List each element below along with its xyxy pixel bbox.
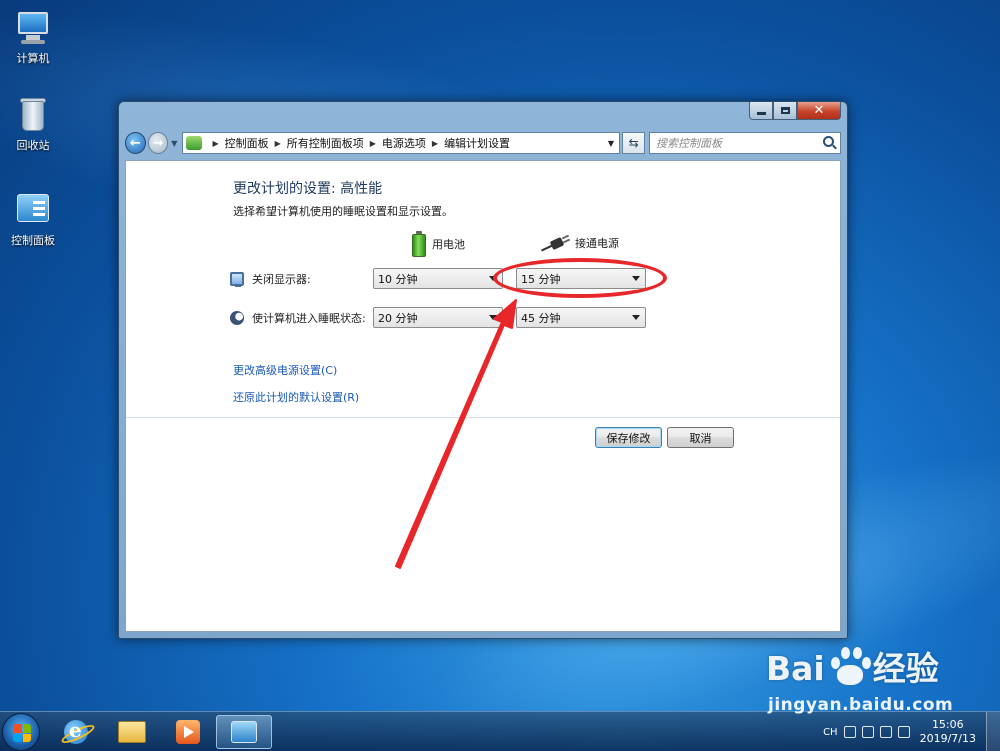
show-desktop-button[interactable]	[986, 712, 1000, 751]
windows-logo-icon	[13, 724, 31, 742]
watermark-brand-left: Bai	[766, 649, 825, 688]
system-tray: CH 15:06 2019/7/13	[823, 712, 1000, 751]
taskbar-explorer[interactable]	[104, 715, 160, 749]
taskbar-media-player[interactable]	[160, 715, 216, 749]
media-player-icon	[176, 720, 200, 744]
keyboard-icon[interactable]	[843, 726, 856, 738]
internet-explorer-icon	[64, 718, 88, 744]
clock-date: 2019/7/13	[919, 732, 976, 745]
clock-time: 15:06	[931, 718, 964, 731]
flag-icon[interactable]	[861, 726, 874, 738]
taskbar: CH 15:06 2019/7/13	[0, 711, 1000, 751]
taskbar-ie[interactable]	[48, 715, 104, 749]
watermark-url: jingyan.baidu.com	[768, 695, 954, 715]
annotation-arrow	[395, 299, 517, 569]
watermark-brand-right: 经验	[872, 649, 939, 688]
baidu-watermark: Bai 经验 jingyan.baidu.com	[766, 645, 953, 715]
baidu-paw-logo	[827, 645, 871, 687]
taskbar-control-panel[interactable]	[216, 715, 272, 749]
clock[interactable]: 15:06 2019/7/13	[920, 718, 976, 746]
control-panel-icon	[231, 721, 257, 743]
volume-icon[interactable]	[897, 726, 910, 738]
folder-icon	[118, 721, 146, 743]
language-indicator[interactable]: CH	[823, 727, 838, 738]
start-button[interactable]	[2, 713, 40, 751]
network-icon[interactable]	[879, 726, 892, 738]
